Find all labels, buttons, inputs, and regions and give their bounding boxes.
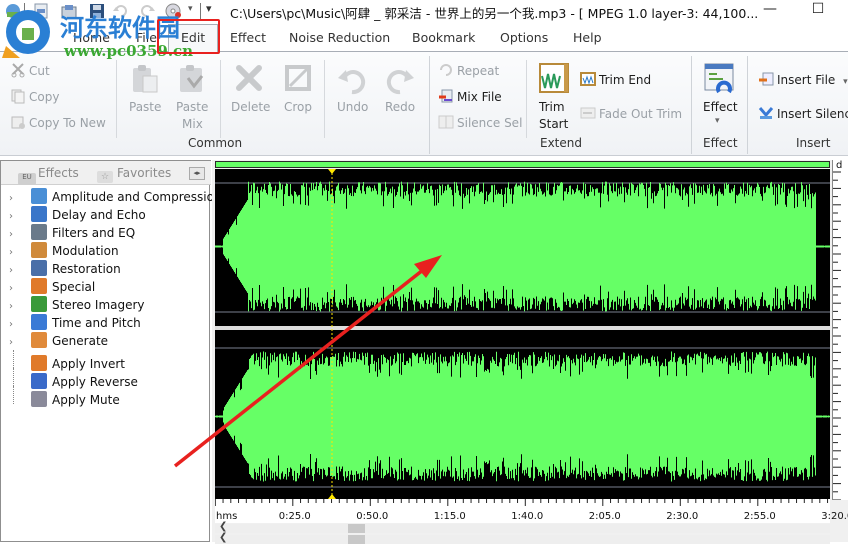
arrow-line (173, 264, 430, 468)
annotation-arrow (173, 255, 442, 468)
